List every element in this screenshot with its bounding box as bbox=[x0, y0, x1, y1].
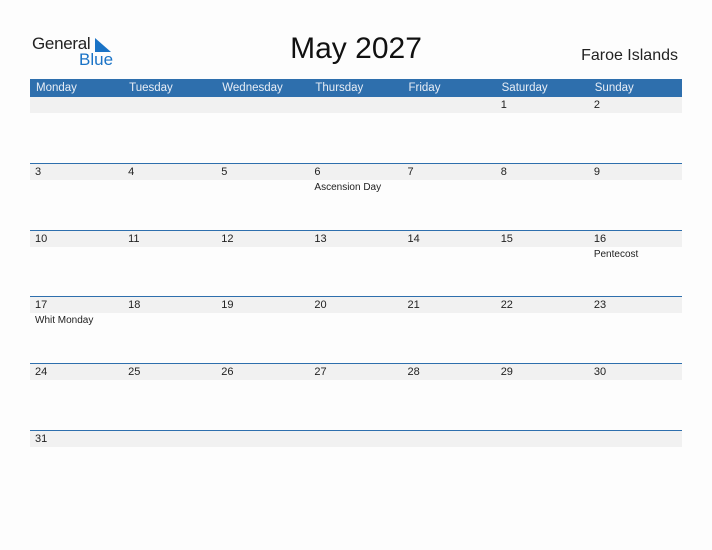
day-cell: 30 bbox=[589, 364, 682, 430]
day-number: 15 bbox=[500, 233, 513, 245]
week-row: 3 4 5 6 Ascension Day 7 8 9 bbox=[30, 163, 682, 231]
day-cell: 28 bbox=[403, 364, 496, 430]
day-cell: 31 bbox=[30, 431, 123, 497]
day-cell: 10 bbox=[30, 231, 123, 297]
day-cell: 9 bbox=[589, 164, 682, 230]
day-cell bbox=[123, 431, 216, 497]
day-cell: 1 bbox=[496, 97, 589, 163]
day-cell: 7 bbox=[403, 164, 496, 230]
day-cell bbox=[309, 431, 402, 497]
day-cell: 23 bbox=[589, 297, 682, 363]
day-number: 18 bbox=[128, 299, 141, 311]
day-number: 19 bbox=[221, 299, 234, 311]
holiday-label: Ascension Day bbox=[314, 182, 382, 193]
day-number: 25 bbox=[128, 366, 141, 378]
day-cell: 20 bbox=[309, 297, 402, 363]
day-number: 3 bbox=[35, 166, 42, 178]
day-cell bbox=[123, 97, 216, 163]
day-cell bbox=[403, 97, 496, 163]
day-number: 22 bbox=[500, 299, 513, 311]
day-number: 30 bbox=[593, 366, 607, 378]
day-cell: 27 bbox=[309, 364, 402, 430]
day-cell: 17 Whit Monday bbox=[30, 297, 123, 363]
day-cell: 8 bbox=[496, 164, 589, 230]
day-cell bbox=[309, 97, 402, 163]
day-number: 1 bbox=[500, 99, 507, 111]
day-number: 23 bbox=[593, 299, 607, 311]
day-cell bbox=[403, 431, 496, 497]
day-number: 9 bbox=[593, 166, 600, 178]
day-cell: 13 bbox=[309, 231, 402, 297]
day-number: 26 bbox=[221, 366, 234, 378]
weekday-thursday: Thursday bbox=[315, 82, 364, 94]
weekday-sunday: Sunday bbox=[594, 82, 634, 94]
day-cell: 12 bbox=[216, 231, 309, 297]
day-number: 20 bbox=[314, 299, 327, 311]
weekday-friday: Friday bbox=[408, 82, 441, 94]
day-number: 28 bbox=[407, 366, 420, 378]
day-number: 11 bbox=[128, 233, 140, 245]
weekday-header: Monday Tuesday Wednesday Thursday Friday… bbox=[30, 79, 682, 97]
day-number: 29 bbox=[500, 366, 513, 378]
day-cell bbox=[496, 431, 589, 497]
day-cell bbox=[30, 97, 123, 163]
day-cell: 22 bbox=[496, 297, 589, 363]
holiday-label: Pentecost bbox=[593, 249, 639, 260]
day-number: 8 bbox=[500, 166, 507, 178]
day-cell: 26 bbox=[216, 364, 309, 430]
day-number: 6 bbox=[314, 166, 321, 178]
day-cell: 3 bbox=[30, 164, 123, 230]
week-row: 31 bbox=[30, 430, 682, 498]
day-cell: 2 bbox=[589, 97, 682, 163]
day-cell: 25 bbox=[123, 364, 216, 430]
day-cell: 5 bbox=[216, 164, 309, 230]
day-cell: 19 bbox=[216, 297, 309, 363]
day-cell: 11 bbox=[123, 231, 216, 297]
day-number: 27 bbox=[314, 366, 327, 378]
holiday-label: Whit Monday bbox=[35, 315, 94, 326]
weekday-saturday: Saturday bbox=[501, 82, 548, 94]
weekday-wednesday: Wednesday bbox=[222, 82, 283, 94]
day-number: 21 bbox=[407, 299, 420, 311]
week-row: 10 11 12 13 14 15 16 Pentecost bbox=[30, 230, 682, 298]
day-number: 5 bbox=[221, 166, 228, 178]
day-number: 17 bbox=[35, 299, 48, 311]
day-cell bbox=[216, 431, 309, 497]
day-number: 2 bbox=[593, 99, 600, 111]
day-number: 4 bbox=[128, 166, 135, 178]
day-number: 13 bbox=[314, 233, 327, 245]
weekday-monday: Monday bbox=[36, 82, 77, 94]
day-cell: 21 bbox=[403, 297, 496, 363]
day-cell bbox=[589, 431, 682, 497]
day-cell: 14 bbox=[403, 231, 496, 297]
weekday-tuesday: Tuesday bbox=[129, 82, 173, 94]
week-row: 12 bbox=[30, 97, 682, 164]
day-number: 10 bbox=[35, 233, 48, 245]
week-row: 24 25 26 27 28 29 30 bbox=[30, 363, 682, 431]
day-cell: 29 bbox=[496, 364, 589, 430]
week-row: 17 Whit Monday 18 19 20 21 22 23 bbox=[30, 296, 682, 364]
day-number: 14 bbox=[407, 233, 420, 245]
day-number: 31 bbox=[35, 433, 48, 445]
day-number: 24 bbox=[35, 366, 48, 378]
day-cell: 24 bbox=[30, 364, 123, 430]
day-cell bbox=[216, 97, 309, 163]
day-cell: 18 bbox=[123, 297, 216, 363]
day-cell: 15 bbox=[496, 231, 589, 297]
day-number: 7 bbox=[407, 166, 414, 178]
day-cell: 4 bbox=[123, 164, 216, 230]
country-label: Faroe Islands bbox=[581, 47, 678, 64]
day-number: 16 bbox=[593, 233, 607, 245]
day-number: 12 bbox=[221, 233, 234, 245]
day-cell: 16 Pentecost bbox=[589, 231, 682, 297]
day-cell: 6 Ascension Day bbox=[309, 164, 402, 230]
